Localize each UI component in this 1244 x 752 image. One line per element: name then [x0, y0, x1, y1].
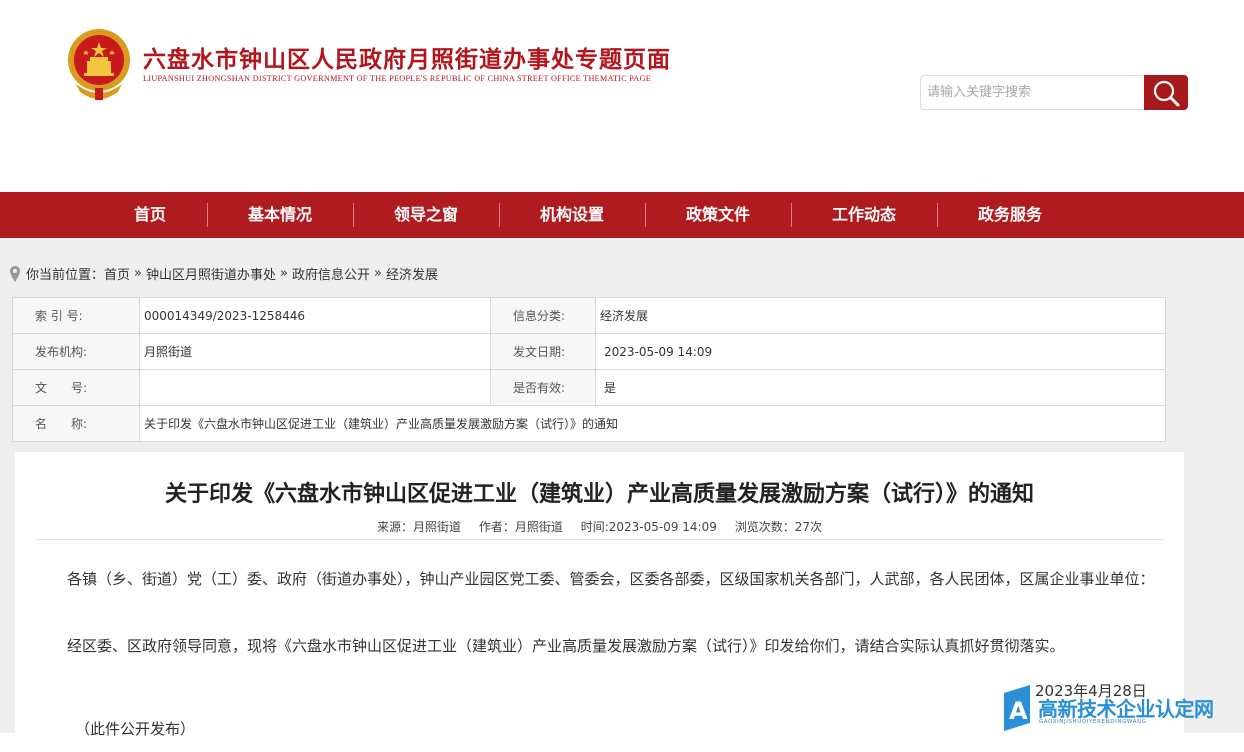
article-paragraph: 经区委、区政府领导同意，现将《六盘水市钟山区促进工业（建筑业）产业高质量发展激励… — [67, 637, 1065, 655]
article-views: 浏览次数：27次 — [734, 520, 822, 534]
article-time: 时间:2023-05-09 14:09 — [580, 520, 717, 534]
breadcrumb-office[interactable]: 钟山区月照街道办事处 — [146, 264, 276, 283]
breadcrumb-separator: » — [134, 266, 142, 281]
nav-item-work-news[interactable]: 工作动态 — [791, 192, 937, 238]
breadcrumb-economy[interactable]: 经济发展 — [386, 264, 438, 283]
breadcrumb-separator: » — [280, 266, 288, 281]
search-icon — [1153, 80, 1180, 106]
watermark-text: 高新技术企业认定网 — [1038, 697, 1214, 721]
doc-name-value: 关于印发《六盘水市钟山区促进工业（建筑业）产业高质量发展激励方案（试行）》的通知 — [139, 405, 1166, 442]
search-input[interactable] — [920, 75, 1146, 110]
watermark-subtext: GAOXINJISHUQIYERENDINGWANG — [1039, 719, 1147, 725]
nav-item-gov-services[interactable]: 政务服务 — [937, 192, 1083, 238]
table-row: 名 称: 关于印发《六盘水市钟山区促进工业（建筑业）产业高质量发展激励方案（试行… — [12, 405, 1166, 442]
document-meta-table: 索 引 号: 000014349/2023-1258446 信息分类: 经济发展… — [12, 297, 1166, 442]
article-release-note: （此件公开发布） — [75, 720, 196, 738]
main-nav: 首页 基本情况 领导之窗 机构设置 政策文件 工作动态 政务服务 — [0, 192, 1244, 238]
nav-item-home[interactable]: 首页 — [77, 192, 223, 238]
article-divider — [35, 539, 1165, 540]
watermark-logo-icon: A — [1004, 685, 1030, 731]
location-pin-icon — [10, 265, 20, 282]
site-subtitle: LIUPANSHUI ZHONGSHAN DISTRICT GOVERNMENT… — [143, 74, 652, 83]
index-label: 索 引 号: — [12, 297, 140, 334]
article-meta: 来源：月照街道 作者：月照街道 时间:2023-05-09 14:09 浏览次数… — [15, 518, 1184, 535]
date-value: 2023-05-09 14:09 — [595, 333, 1166, 370]
svg-text:A: A — [1009, 697, 1028, 725]
article-title: 关于印发《六盘水市钟山区促进工业（建筑业）产业高质量发展激励方案（试行）》的通知 — [164, 482, 1034, 507]
search-button[interactable] — [1144, 75, 1188, 110]
category-label: 信息分类: — [490, 297, 596, 334]
site-header: 六盘水市钟山区人民政府月照街道办事处专题页面 LIUPANSHUI ZHONGS… — [0, 0, 1244, 192]
breadcrumb-gov-info[interactable]: 政府信息公开 — [292, 264, 370, 283]
valid-value: 是 — [595, 369, 1166, 406]
nav-item-basic-info[interactable]: 基本情况 — [207, 192, 353, 238]
article-source: 来源：月照街道 — [377, 520, 462, 534]
national-emblem-icon — [68, 29, 130, 100]
table-row: 索 引 号: 000014349/2023-1258446 信息分类: 经济发展 — [12, 297, 1166, 334]
valid-label: 是否有效: — [490, 369, 596, 406]
nav-item-policy-docs[interactable]: 政策文件 — [645, 192, 791, 238]
publisher-value: 月照街道 — [139, 333, 491, 370]
breadcrumb-separator: » — [374, 266, 382, 281]
breadcrumb: 你当前位置： 首页 » 钟山区月照街道办事处 » 政府信息公开 » 经济发展 — [10, 264, 438, 283]
watermark: A 高新技术企业认定网 GAOXINJISHUQIYERENDINGWANG — [998, 683, 1244, 733]
category-value: 经济发展 — [595, 297, 1166, 334]
breadcrumb-prefix: 你当前位置： — [26, 268, 105, 283]
article-author: 作者：月照街道 — [478, 520, 563, 534]
table-row: 发布机构: 月照街道 发文日期: 2023-05-09 14:09 — [12, 333, 1166, 370]
doc-number-label: 文 号: — [12, 369, 140, 406]
site-title: 六盘水市钟山区人民政府月照街道办事处专题页面 — [143, 46, 671, 73]
nav-item-organization[interactable]: 机构设置 — [499, 192, 645, 238]
article-paragraph: 各镇（乡、街道）党（工）委、政府（街道办事处），钟山产业园区党工委、管委会，区委… — [67, 570, 1155, 588]
doc-name-label: 名 称: — [12, 405, 140, 442]
index-value: 000014349/2023-1258446 — [139, 297, 491, 334]
nav-item-leadership[interactable]: 领导之窗 — [353, 192, 499, 238]
table-row: 文 号: 是否有效: 是 — [12, 369, 1166, 406]
publisher-label: 发布机构: — [12, 333, 140, 370]
content-area: 你当前位置： 首页 » 钟山区月照街道办事处 » 政府信息公开 » 经济发展 索… — [0, 238, 1244, 752]
doc-number-value — [139, 369, 491, 406]
breadcrumb-home[interactable]: 首页 — [104, 264, 130, 283]
date-label: 发文日期: — [490, 333, 596, 370]
